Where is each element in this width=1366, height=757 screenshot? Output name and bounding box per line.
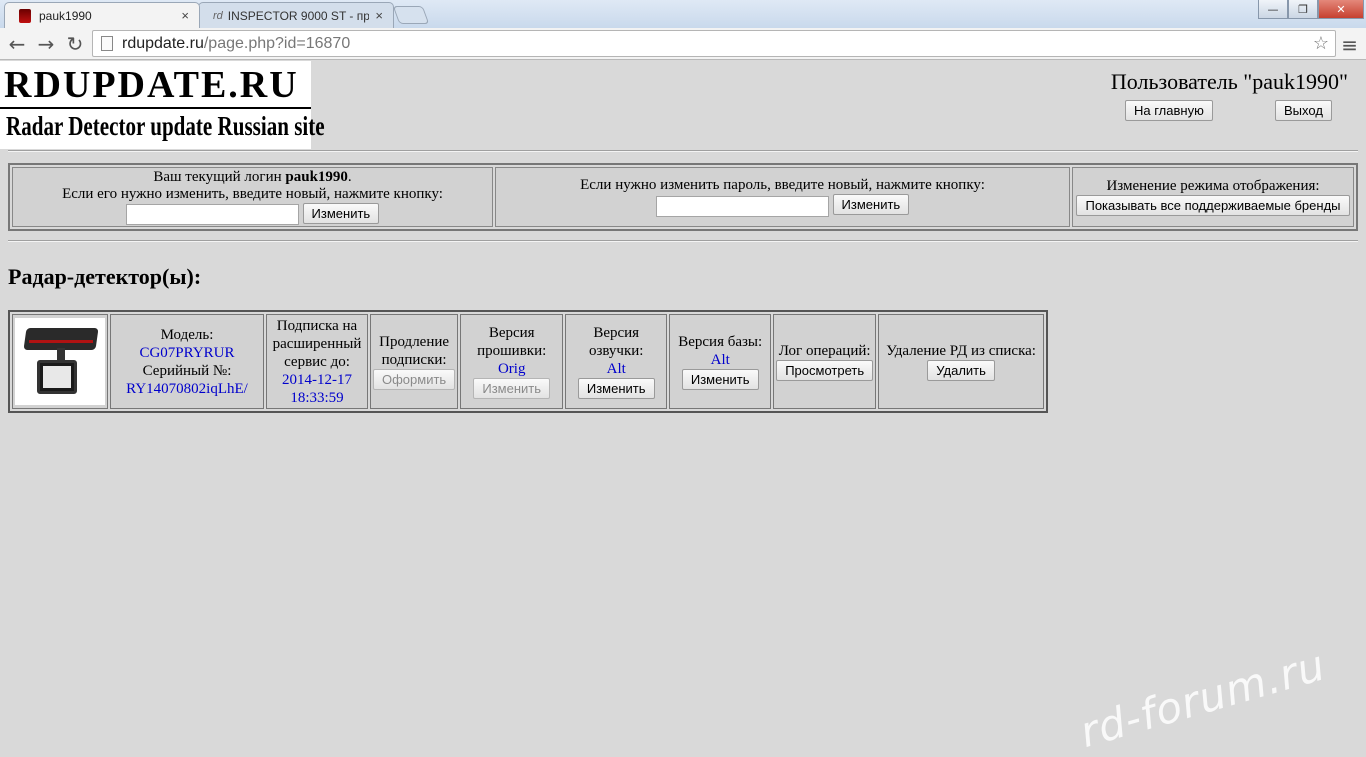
change-login-button[interactable]: Изменить (302, 202, 380, 224)
watermark: rd-forum.ru (1074, 640, 1331, 757)
subscription-cell: Подписка на расширенный сервис до: 2014-… (266, 314, 368, 409)
tab-title: pauk1990 (39, 8, 92, 23)
radar-favicon-icon (19, 8, 31, 23)
serial-value: RY14070802iqLhE/ (126, 380, 248, 397)
back-arrow-icon[interactable]: ← (4, 31, 30, 57)
renew-button[interactable]: Оформить (373, 369, 456, 390)
divider (8, 240, 1358, 242)
display-mode-cell: Изменение режима отображения: Показывать… (1072, 167, 1354, 227)
password-input[interactable] (655, 195, 829, 217)
voice-label: Версия озвучки: (588, 325, 644, 359)
password-cell: Если нужно изменить пароль, введите новы… (495, 167, 1070, 227)
login-prefix: Ваш текущий логин (153, 168, 286, 185)
reload-icon[interactable]: ↻ (62, 31, 88, 57)
logo-title: RDUPDATE.RU (4, 64, 299, 106)
login-cell: Ваш текущий логин pauk1990. Если его нуж… (12, 167, 493, 227)
tab-close-icon[interactable]: × (181, 8, 189, 23)
page-icon (101, 36, 113, 51)
device-image-cell (12, 314, 108, 409)
delete-label: Удаление РД из списка: (886, 343, 1036, 359)
table-row: Модель: CG07PRYRUR Серийный №: RY1407080… (12, 314, 1045, 409)
model-cell: Модель: CG07PRYRUR Серийный №: RY1407080… (110, 314, 264, 409)
show-all-brands-button[interactable]: Показывать все поддерживаемые бренды (1076, 195, 1350, 216)
logout-button[interactable]: Выход (1275, 100, 1332, 121)
bookmark-star-icon[interactable]: ☆ (1313, 33, 1329, 54)
database-cell: Версия базы: Alt Изменить (669, 314, 772, 409)
settings-table: Ваш текущий логин pauk1990. Если его нуж… (8, 163, 1358, 231)
devices-table: Модель: CG07PRYRUR Серийный №: RY1407080… (8, 310, 1049, 413)
firmware-label: Версия прошивки: (477, 325, 547, 359)
model-value: CG07PRYRUR (139, 344, 235, 361)
database-value: Alt (710, 352, 730, 368)
divider (8, 150, 1358, 152)
change-firmware-button[interactable]: Изменить (473, 378, 551, 399)
logo-divider (0, 107, 311, 109)
renew-cell: Продление подписки: Оформить (370, 314, 459, 409)
address-bar[interactable]: rdupdate.ru/page.php?id=16870 ☆ (92, 30, 1336, 57)
renew-label: Продление подписки: (379, 334, 450, 368)
site-logo[interactable]: RDUPDATE.RU Radar Detector update Russia… (0, 61, 325, 149)
minimize-icon[interactable]: — (1258, 0, 1288, 19)
home-button[interactable]: На главную (1125, 100, 1213, 121)
delete-cell: Удаление РД из списка: Удалить (878, 314, 1045, 409)
model-label: Модель: (160, 326, 214, 343)
tab-strip: pauk1990 × rd INSPECTOR 9000 ST - при × … (0, 0, 1366, 28)
login-suffix: . (347, 168, 352, 185)
window-controls: — ❐ ✕ (1258, 0, 1364, 20)
serial-label: Серийный №: (142, 362, 232, 379)
subscription-date: 2014-12-17 (282, 371, 352, 388)
devices-title: Радар-детектор(ы): (8, 264, 202, 289)
voice-cell: Версия озвучки: Alt Изменить (565, 314, 668, 409)
log-label: Лог операций: (778, 343, 871, 359)
tab-inspector[interactable]: rd INSPECTOR 9000 ST - при × (198, 2, 394, 28)
tab-pauk1990[interactable]: pauk1990 × (4, 2, 200, 28)
firmware-value: Orig (497, 361, 526, 377)
forward-arrow-icon[interactable]: → (33, 31, 59, 57)
change-voice-button[interactable]: Изменить (577, 378, 655, 399)
close-window-icon[interactable]: ✕ (1318, 0, 1364, 19)
delete-device-button[interactable]: Удалить (927, 360, 995, 381)
log-cell: Лог операций: Просмотреть (773, 314, 877, 409)
tab-title: INSPECTOR 9000 ST - при (227, 8, 370, 23)
device-image (15, 318, 105, 405)
menu-icon[interactable]: ≡ (1341, 33, 1358, 57)
firmware-cell: Версия прошивки: Orig Изменить (460, 314, 564, 409)
change-database-button[interactable]: Изменить (681, 369, 759, 390)
restore-icon[interactable]: ❐ (1288, 0, 1318, 19)
browser-toolbar: ← → ↻ rdupdate.ru/page.php?id=16870 ☆ ≡ (0, 28, 1366, 60)
logo-subtitle: Radar Detector update Russian site (6, 111, 325, 141)
page-content: RDUPDATE.RU Radar Detector update Russia… (0, 60, 1366, 757)
display-mode-hint: Изменение режима отображения: (1106, 178, 1320, 194)
current-login: pauk1990 (285, 168, 348, 185)
subscription-time: 18:33:59 (290, 389, 344, 406)
rd-favicon-icon: rd (213, 9, 223, 22)
tab-close-icon[interactable]: × (375, 8, 383, 23)
user-title: Пользователь "pauk1990" (1110, 69, 1348, 94)
password-hint: Если нужно изменить пароль, введите новы… (580, 177, 985, 194)
login-hint: Если его нужно изменить, введите новый, … (62, 185, 443, 202)
address-host: rdupdate.ru (122, 34, 204, 52)
change-password-button[interactable]: Изменить (832, 194, 910, 216)
view-log-button[interactable]: Просмотреть (776, 360, 874, 381)
new-tab-button[interactable] (392, 6, 430, 24)
address-path: /page.php?id=16870 (203, 34, 351, 52)
database-label: Версия базы: (678, 334, 763, 350)
subscription-label: Подписка на расширенный сервис до: (272, 317, 362, 370)
login-input[interactable] (125, 204, 299, 226)
voice-value: Alt (606, 361, 626, 377)
